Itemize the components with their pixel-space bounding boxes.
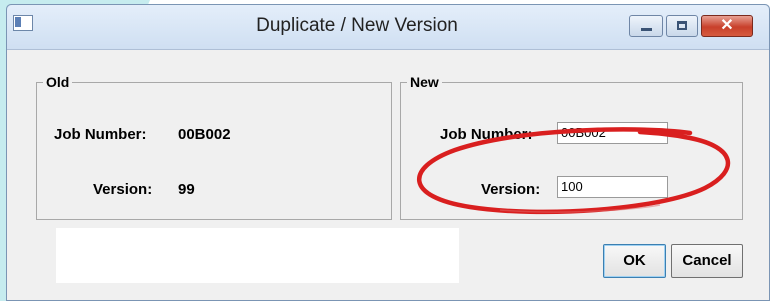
old-version-value: 99 xyxy=(178,181,195,198)
old-version-label: Version: xyxy=(93,181,153,198)
new-group: New Job Number: 00B002 Version: 100 xyxy=(400,74,743,220)
minimize-button[interactable] xyxy=(629,15,663,37)
new-job-number-label: Job Number: xyxy=(440,126,533,143)
maximize-button[interactable] xyxy=(666,15,698,37)
dialog-window: Duplicate / New Version ✕ Old Job Number… xyxy=(6,4,770,301)
window-title: Duplicate / New Version xyxy=(256,15,458,36)
new-version-label: Version: xyxy=(481,181,541,198)
old-group-legend: Old xyxy=(46,74,70,90)
new-job-number-input[interactable]: 00B002 xyxy=(557,122,668,144)
new-version-input[interactable]: 100 xyxy=(557,176,668,198)
close-icon: ✕ xyxy=(720,17,734,34)
title-bar[interactable]: Duplicate / New Version ✕ xyxy=(7,5,769,50)
ok-button[interactable]: OK xyxy=(603,244,666,278)
blank-panel xyxy=(56,228,459,283)
old-job-number-label: Job Number: xyxy=(54,126,147,143)
cancel-button[interactable]: Cancel xyxy=(671,244,743,278)
old-job-number-value: 00B002 xyxy=(178,126,231,143)
close-button[interactable]: ✕ xyxy=(701,15,753,37)
dialog-body: Old Job Number: 00B002 Version: 99 New J… xyxy=(7,50,769,300)
minimize-icon xyxy=(641,28,652,31)
maximize-icon xyxy=(677,21,687,30)
old-group: Old Job Number: 00B002 Version: 99 xyxy=(36,74,392,220)
new-group-legend: New xyxy=(410,74,439,90)
